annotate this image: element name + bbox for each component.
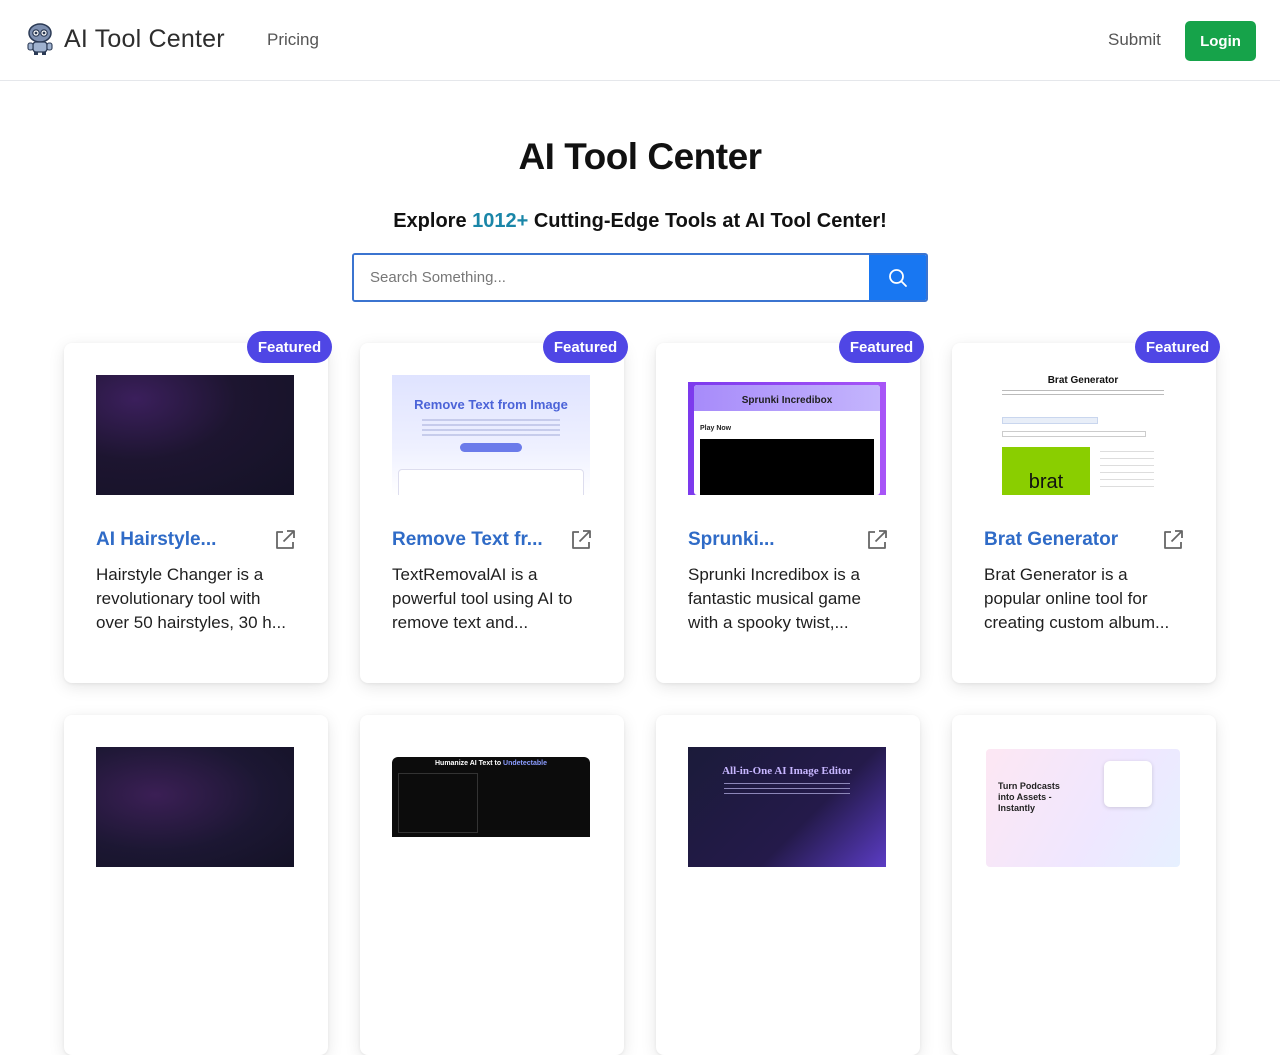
tool-thumbnail[interactable]: Humanize AI Text to Undetectable	[392, 757, 590, 837]
thumbnail-heading-text: Humanize AI Text to	[434, 760, 504, 767]
search-bar	[352, 253, 928, 302]
tool-card[interactable]: Turn Podcasts into Assets - Instantly	[952, 715, 1216, 1055]
thumbnail-tabs	[1002, 417, 1098, 424]
tool-count: 1012+	[472, 210, 529, 232]
thumbnail-phone	[1104, 761, 1152, 807]
tool-card[interactable]: Humanize AI Text to Undetectable	[360, 715, 624, 1055]
page-title: AI Tool Center	[518, 136, 762, 177]
featured-badge: Featured	[839, 331, 924, 363]
thumbnail-heading: Remove Text from Image	[414, 397, 568, 412]
thumbnail-heading: All-in-One AI Image Editor	[722, 765, 852, 777]
hero-subtitle-suffix: Cutting-Edge Tools at AI Tool Center!	[528, 210, 887, 232]
thumbnail-game-area	[700, 439, 874, 495]
search-button[interactable]	[869, 255, 926, 300]
tool-thumbnail[interactable]: Sprunki Incredibox Play Now	[688, 375, 886, 495]
tool-thumbnail[interactable]: Brat Generator brat	[984, 375, 1182, 495]
tool-thumbnail[interactable]: Turn Podcasts into Assets - Instantly	[984, 747, 1182, 867]
tool-title-link[interactable]: Brat Generator	[984, 529, 1144, 551]
featured-badge: Featured	[247, 331, 332, 363]
tool-card[interactable]: All-in-One AI Image Editor	[656, 715, 920, 1055]
thumbnail-heading: Humanize AI Text to Undetectable	[392, 760, 590, 767]
thumbnail-text-lines	[422, 419, 560, 437]
tool-thumbnail[interactable]: All-in-One AI Image Editor	[688, 747, 886, 867]
thumbnail-text-lines	[1002, 390, 1164, 398]
search-icon	[888, 268, 907, 287]
featured-badge: Featured	[1135, 331, 1220, 363]
featured-badge: Featured	[543, 331, 628, 363]
tool-thumbnail[interactable]: Remove Text from Image	[392, 375, 590, 495]
thumbnail-play-label: Play Now	[700, 425, 732, 432]
thumbnail-heading-highlight: Undetectable	[503, 760, 548, 767]
external-link-icon[interactable]	[570, 529, 592, 551]
tool-card[interactable]	[64, 715, 328, 1055]
search-input[interactable]	[354, 255, 869, 300]
logo-text: AI Tool Center	[64, 24, 225, 53]
thumbnail-heading: Turn Podcasts into Assets - Instantly	[998, 781, 1060, 813]
tool-title-link[interactable]: Sprunki...	[688, 529, 848, 551]
tool-description: Brat Generator is a popular online tool …	[984, 565, 1170, 632]
thumbnail-options	[1100, 451, 1154, 491]
tool-description: TextRemovalAI is a powerful tool using A…	[392, 565, 573, 632]
tool-description: Hairstyle Changer is a revolutionary too…	[96, 565, 286, 632]
thumbnail-pill	[460, 443, 522, 452]
tool-thumbnail[interactable]	[96, 747, 294, 867]
tool-thumbnail[interactable]	[96, 375, 294, 495]
tool-card[interactable]: Featured AI Hairstyle... Hairstyle Chang…	[64, 331, 332, 683]
thumbnail-panel	[398, 469, 584, 495]
nav-submit-link[interactable]: Submit	[1108, 30, 1161, 50]
thumbnail-field	[1002, 431, 1146, 437]
tool-description: Sprunki Incredibox is a fantastic musica…	[688, 565, 861, 632]
robot-logo-icon	[27, 23, 53, 55]
tool-title-link[interactable]: AI Hairstyle...	[96, 529, 256, 551]
hero-subtitle: Explore 1012+ Cutting-Edge Tools at AI T…	[0, 210, 1280, 233]
thumbnail-heading: Sprunki Incredibox	[741, 395, 833, 406]
top-header: AI Tool Center Pricing Submit Login	[0, 0, 1280, 81]
tool-card[interactable]: Featured Brat Generator brat Brat Genera…	[952, 331, 1220, 683]
external-link-icon[interactable]	[866, 529, 888, 551]
tool-card[interactable]: Featured Remove Text from Image Remove T…	[360, 331, 628, 683]
external-link-icon[interactable]	[1162, 529, 1184, 551]
thumbnail-text-lines	[724, 783, 850, 797]
thumbnail-preview-word: brat	[1028, 471, 1064, 493]
thumbnail-heading: Brat Generator	[1047, 375, 1119, 386]
thumbnail-editor	[398, 773, 478, 833]
logo[interactable]: AI Tool Center	[26, 22, 225, 56]
tool-title-link[interactable]: Remove Text fr...	[392, 529, 552, 551]
hero-subtitle-prefix: Explore	[393, 210, 473, 232]
external-link-icon[interactable]	[274, 529, 296, 551]
nav-pricing-link[interactable]: Pricing	[267, 30, 319, 50]
login-button[interactable]: Login	[1185, 21, 1256, 61]
tool-card[interactable]: Featured Sprunki Incredibox Play Now Spr…	[656, 331, 924, 683]
